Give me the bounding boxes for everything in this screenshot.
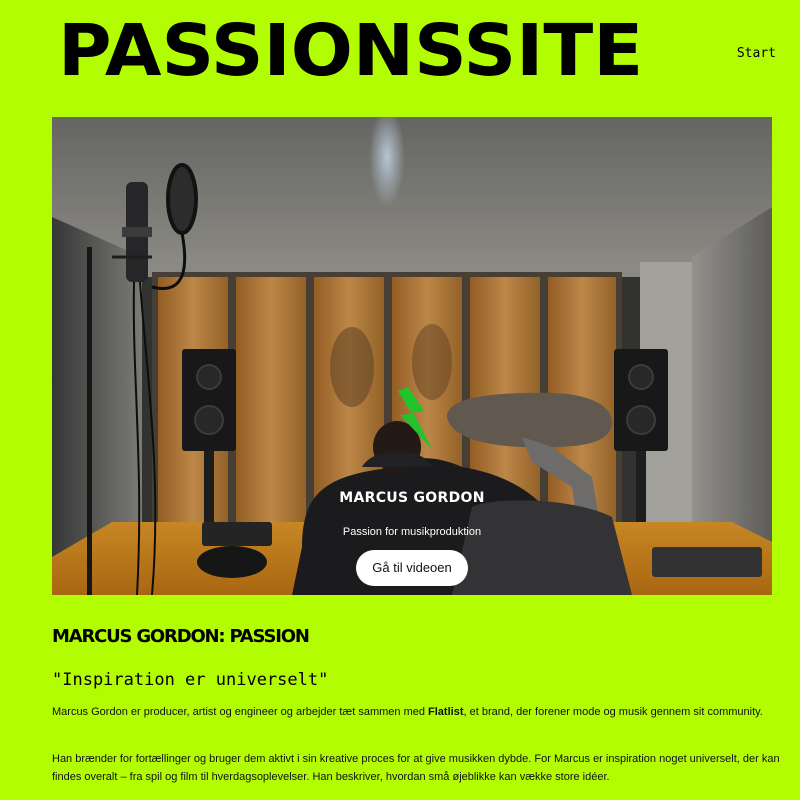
article-quote: "Inspiration er universelt": [52, 670, 329, 690]
hero-subtitle: Passion for musikproduktion: [342, 526, 482, 538]
article-paragraph-2: Han brænder for fortællinger og bruger d…: [52, 753, 780, 783]
nav-link-start[interactable]: Start: [737, 46, 776, 61]
hero-banner: MARCUS GORDON Passion for musikproduktio…: [52, 117, 772, 595]
brand-name: Flatlist: [428, 706, 464, 718]
lightning-bolt-icon: [398, 387, 432, 449]
paragraph-text: Marcus Gordon er producer, artist og eng…: [52, 706, 429, 718]
hero-title: MARCUS GORDON: [339, 490, 485, 506]
article-title: MARCUS GORDON: PASSION: [52, 626, 310, 647]
hero-overlay: MARCUS GORDON Passion for musikproduktio…: [52, 489, 772, 586]
go-to-video-button[interactable]: Gå til videoen: [356, 550, 468, 586]
site-logo[interactable]: PASSIONSSITE: [58, 6, 643, 96]
page: PASSIONSSITE Start MARCUS GORDON Passion…: [0, 0, 800, 800]
paragraph-text: , et brand, der forener mode og musik ge…: [463, 706, 763, 718]
article-paragraph-1: Marcus Gordon er producer, artist og eng…: [52, 703, 782, 721]
